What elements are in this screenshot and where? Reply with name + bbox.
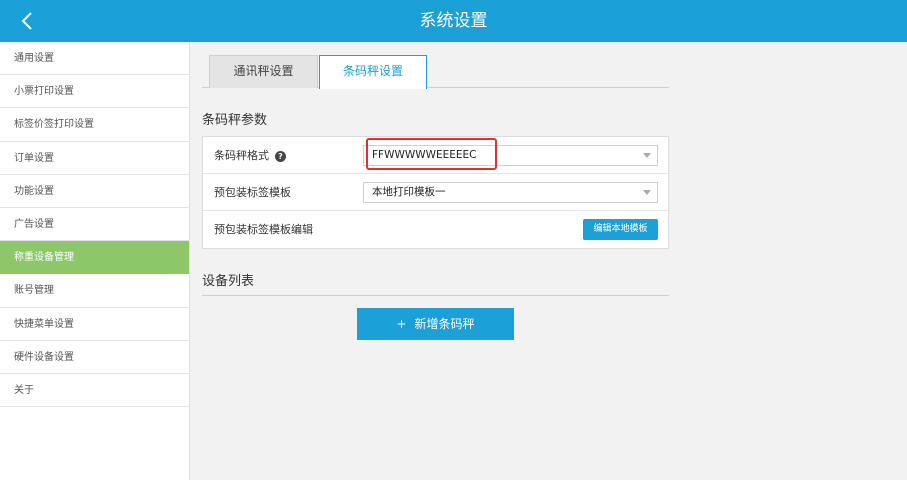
edit-local-template-button[interactable]: 编辑本地模板 [583,219,658,240]
barcode-format-label: 条码秤格式? [214,137,286,174]
divider [202,295,669,296]
params-section-title: 条码秤参数 [202,113,268,128]
tab-barcode-scale[interactable]: 条码秤设置 [319,55,427,89]
tab-communication-scale[interactable]: 通讯秤设置 [209,55,318,88]
sidebar-item-accounts[interactable]: 账号管理 [0,274,189,308]
sidebar-item-label-print[interactable]: 标签价签打印设置 [0,108,189,142]
sidebar-item-hardware[interactable]: 硬件设备设置 [0,341,189,374]
sidebar-item-features[interactable]: 功能设置 [0,175,189,208]
template-label: 预包装标签模板 [214,186,291,199]
barcode-format-select[interactable]: FFWWWWWEEEEEC [363,145,658,166]
template-edit-row: 预包装标签模板编辑 编辑本地模板 [203,211,668,248]
sidebar-item-scale-devices[interactable]: 称重设备管理 [0,241,189,275]
page-title: 系统设置 [419,11,488,31]
main-content: 通讯秤设置 条码秤设置 条码秤参数 条码秤格式? FFWWWWWEEEEEC 预… [191,42,907,480]
barcode-format-value: FFWWWWWEEEEEC [372,149,477,161]
plus-icon: + [396,317,407,331]
sidebar-item-ads[interactable]: 广告设置 [0,208,189,242]
add-barcode-scale-button[interactable]: + 新增条码秤 [357,308,514,340]
template-select[interactable]: 本地打印模板一 [363,182,658,203]
sidebar-item-shortcut-menu[interactable]: 快捷菜单设置 [0,308,189,341]
help-icon[interactable]: ? [275,150,286,162]
tab-bar: 通讯秤设置 条码秤设置 [202,55,669,89]
barcode-format-row: 条码秤格式? FFWWWWWEEEEEC [203,137,668,174]
sidebar-item-about[interactable]: 关于 [0,374,189,408]
dropdown-caret-icon [643,153,651,158]
template-edit-label: 预包装标签模板编辑 [214,223,313,236]
devices-section-title: 设备列表 [202,274,255,289]
dropdown-caret-icon [643,190,651,195]
sidebar: 通用设置 小票打印设置 标签价签打印设置 订单设置 功能设置 广告设置 称重设备… [0,42,190,480]
sidebar-item-general[interactable]: 通用设置 [0,42,189,76]
add-button-label: 新增条码秤 [414,317,475,331]
template-value: 本地打印模板一 [372,186,446,198]
params-panel: 条码秤格式? FFWWWWWEEEEEC 预包装标签模板 本地打印模板一 预包装… [202,136,669,249]
sidebar-item-receipt-print[interactable]: 小票打印设置 [0,75,189,109]
template-row: 预包装标签模板 本地打印模板一 [203,174,668,211]
sidebar-item-orders[interactable]: 订单设置 [0,142,189,175]
top-bar: 系统设置 [0,0,907,42]
